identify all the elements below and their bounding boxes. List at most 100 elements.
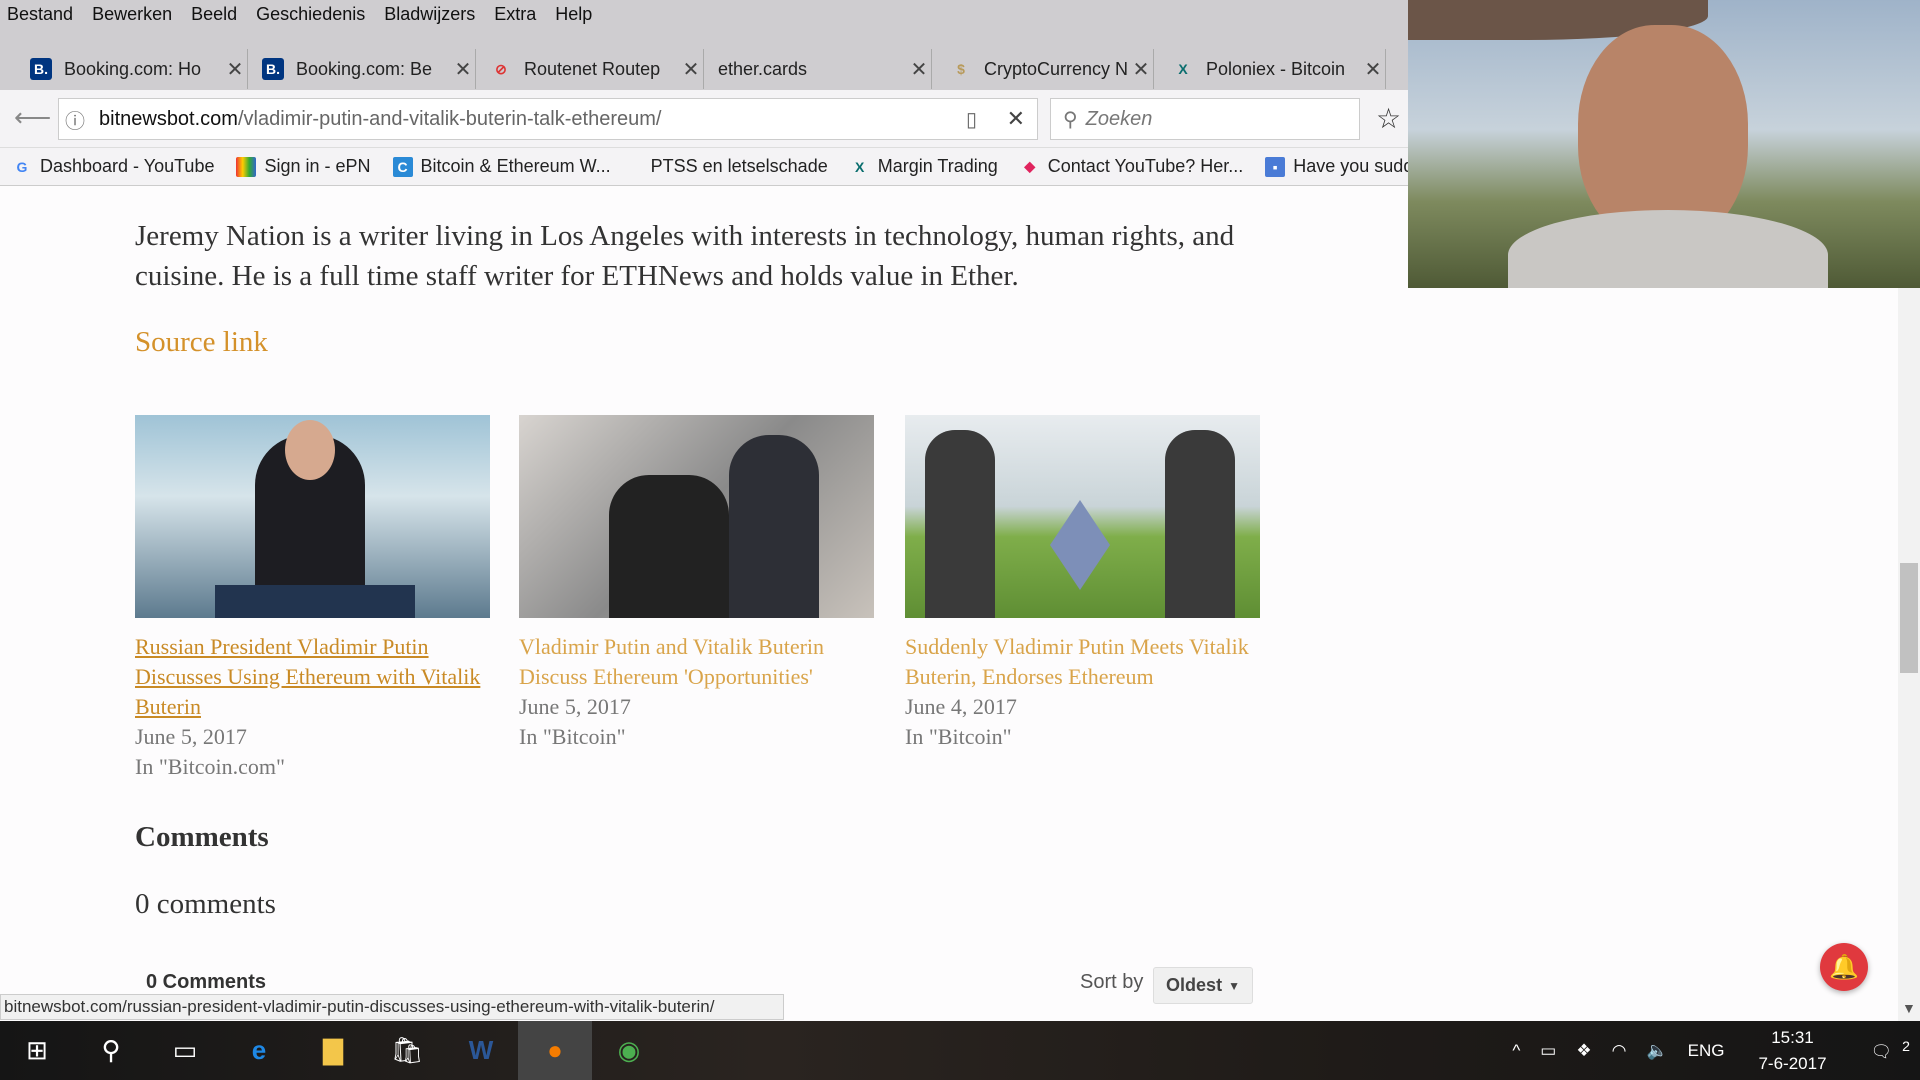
chrome-button[interactable]: ◉ — [592, 1021, 666, 1080]
bookmark-ptss[interactable]: PTSS en letselschade — [651, 156, 828, 177]
close-icon[interactable]: ✕ — [679, 57, 703, 82]
comments-count: 0 comments — [135, 888, 276, 920]
bookmark-label: Sign in - ePN — [264, 156, 371, 176]
stop-icon[interactable]: ✕ — [1007, 106, 1025, 132]
related-title-1[interactable]: Russian President Vladimir Putin Discuss… — [135, 632, 490, 722]
scrollbar-thumb[interactable] — [1900, 563, 1918, 673]
reader-view-icon[interactable]: ▯ — [966, 107, 977, 132]
store-icon: 🛍 — [390, 1035, 424, 1065]
bookmark-have-you-suddenly[interactable]: ▪ Have you suddenly h — [1265, 156, 1408, 177]
bookmark-label: Dashboard - YouTube — [40, 156, 215, 176]
tab-label: Poloniex - Bitcoin — [1206, 58, 1346, 79]
comment-widget-count: 0 Comments — [146, 971, 267, 993]
action-center-button[interactable]: 🗨 2 — [1861, 1039, 1910, 1063]
tab-ether-cards[interactable]: ether.cards ✕ — [710, 49, 932, 89]
close-icon[interactable]: ✕ — [451, 57, 475, 82]
routenet-icon: ⊘ — [495, 60, 507, 77]
close-icon[interactable]: ✕ — [1129, 57, 1153, 82]
firefox-icon: ● — [547, 1035, 563, 1065]
tab-poloniex[interactable]: X Poloniex - Bitcoin ✕ — [1164, 49, 1386, 89]
sort-by-label: Sort by — [1080, 971, 1144, 993]
source-link[interactable]: Source link — [135, 326, 268, 359]
related-post-3: Suddenly Vladimir Putin Meets Vitalik Bu… — [905, 415, 1260, 752]
related-category-2: In "Bitcoin" — [519, 724, 626, 749]
url-domain: bitnewsbot.com — [99, 107, 238, 130]
menu-bladwijzers[interactable]: Bladwijzers — [384, 4, 475, 25]
menu-geschiedenis[interactable]: Geschiedenis — [256, 4, 365, 25]
related-post-2: Vladimir Putin and Vitalik Buterin Discu… — [519, 415, 874, 752]
task-view-button[interactable]: ▭ — [148, 1021, 222, 1080]
menu-extra[interactable]: Extra — [494, 4, 536, 25]
notification-bell-button[interactable]: 🔔 — [1820, 943, 1868, 991]
dollar-icon: $ — [957, 61, 965, 77]
volume-icon[interactable]: 🔈 — [1646, 1041, 1667, 1061]
poloniex-icon: X — [855, 158, 865, 175]
start-button[interactable]: ⊞ — [0, 1021, 74, 1080]
scroll-down-arrow-icon[interactable]: ▼ — [1902, 1000, 1916, 1016]
tab-strip: B. Booking.com: Ho ✕ B. Booking.com: Be ✕ ⊘ R… — [0, 29, 1408, 90]
related-title-2[interactable]: Vladimir Putin and Vitalik Buterin Discu… — [519, 632, 874, 692]
sort-dropdown[interactable]: Oldest ▼ — [1153, 967, 1253, 1004]
bell-icon: 🔔 — [1829, 953, 1859, 981]
windows-icon: ⊞ — [26, 1035, 48, 1065]
search-placeholder: Zoeken — [1085, 107, 1153, 130]
bookmark-bitcoin-ethereum[interactable]: C Bitcoin & Ethereum W... — [392, 156, 611, 177]
close-icon[interactable]: ✕ — [907, 57, 931, 82]
menu-bestand[interactable]: Bestand — [7, 4, 73, 25]
file-explorer-button[interactable]: ▇ — [296, 1021, 370, 1080]
url-path: /vladimir-putin-and-vitalik-buterin-talk… — [237, 107, 662, 130]
close-icon[interactable]: ✕ — [1361, 57, 1385, 82]
show-hidden-icons-icon[interactable]: ^ — [1512, 1041, 1520, 1061]
language-indicator[interactable]: ENG — [1688, 1041, 1725, 1061]
back-arrow-icon[interactable]: ⟵ — [14, 102, 51, 133]
firefox-button[interactable]: ● — [518, 1021, 592, 1080]
bookmark-contact-youtube[interactable]: ◆ Contact YouTube? Her... — [1020, 156, 1243, 177]
tab-booking-1[interactable]: B. Booking.com: Ho ✕ — [22, 49, 248, 89]
menu-bewerken[interactable]: Bewerken — [92, 4, 172, 25]
store-button[interactable]: 🛍 — [370, 1021, 444, 1080]
tab-label: Booking.com: Be — [296, 58, 433, 79]
edge-icon: e — [251, 1035, 267, 1065]
dropbox-icon[interactable]: ❖ — [1576, 1041, 1591, 1061]
word-button[interactable]: W — [444, 1021, 518, 1080]
related-title-3[interactable]: Suddenly Vladimir Putin Meets Vitalik Bu… — [905, 632, 1260, 692]
info-icon[interactable]: ⓘ — [65, 105, 85, 134]
tab-cryptocurrency[interactable]: $ CryptoCurrency N ✕ — [942, 49, 1154, 89]
related-image-putin-buterin-cartoon[interactable] — [905, 415, 1260, 618]
clock-time: 15:31 — [1771, 1027, 1814, 1047]
google-icon: G — [16, 158, 28, 175]
bookmark-label: Bitcoin & Ethereum W... — [420, 156, 611, 176]
status-bar-link: bitnewsbot.com/russian-president-vladimi… — [0, 994, 784, 1020]
bookmark-label: Contact YouTube? Her... — [1047, 156, 1244, 176]
menu-help[interactable]: Help — [555, 4, 592, 25]
menu-bar: Bestand Bewerken Beeld Geschiedenis Blad… — [0, 0, 1408, 29]
folder-icon: ▇ — [323, 1035, 343, 1065]
tab-routenet[interactable]: ⊘ Routenet Routep ✕ — [482, 49, 704, 89]
booking-icon: B. — [262, 58, 284, 80]
bookmark-star-icon[interactable]: ☆ — [1376, 102, 1401, 135]
close-icon[interactable]: ✕ — [223, 57, 247, 82]
task-view-icon: ▭ — [172, 1035, 198, 1065]
page-content: Jeremy Nation is a writer living in Los … — [0, 186, 1898, 1021]
search-button[interactable]: ⚲ — [74, 1021, 148, 1080]
battery-icon[interactable]: ▭ — [1540, 1041, 1556, 1061]
bookmark-sign-in-epn[interactable]: Sign in - ePN — [236, 156, 371, 177]
related-image-putin-meeting[interactable] — [519, 415, 874, 618]
bookmark-label: PTSS en letselschade — [650, 156, 828, 176]
search-input[interactable]: ⚲ Zoeken — [1050, 98, 1360, 140]
sort-value: Oldest — [1166, 975, 1223, 995]
bookmark-dashboard-youtube[interactable]: G Dashboard - YouTube — [12, 156, 215, 177]
url-bar[interactable]: ⓘ bitnewsbot.com/vladimir-putin-and-vita… — [58, 98, 1038, 140]
edge-button[interactable]: e — [222, 1021, 296, 1080]
tab-booking-2[interactable]: B. Booking.com: Be ✕ — [254, 49, 476, 89]
wifi-icon[interactable]: ◠ — [1612, 1041, 1627, 1061]
menu-beeld[interactable]: Beeld — [191, 4, 237, 25]
clock[interactable]: 15:31 7-6-2017 — [1748, 1025, 1836, 1077]
notification-count: 2 — [1902, 1038, 1910, 1055]
bookmark-label: Have you suddenly h — [1293, 156, 1408, 176]
tab-label: ether.cards — [718, 58, 808, 79]
related-image-putin-podium[interactable] — [135, 415, 490, 618]
poloniex-icon: X — [1178, 61, 1188, 77]
related-category-1: In "Bitcoin.com" — [135, 754, 285, 779]
bookmark-margin-trading[interactable]: X Margin Trading — [850, 156, 998, 177]
